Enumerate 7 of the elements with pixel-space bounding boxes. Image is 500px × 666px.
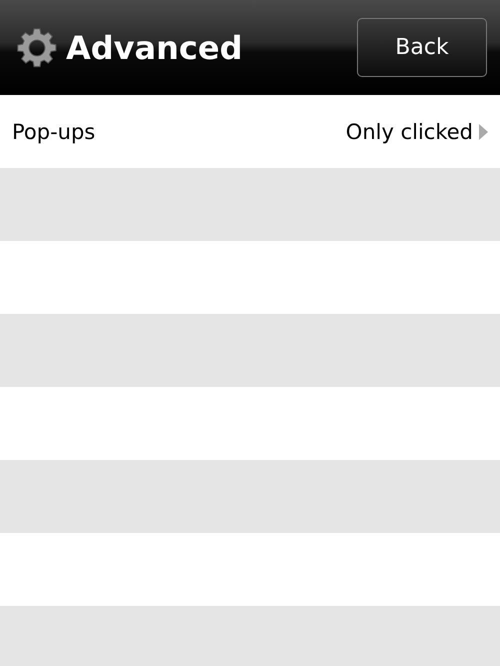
settings-icon bbox=[16, 26, 58, 68]
page-title: Advanced bbox=[66, 28, 244, 66]
setting-row[interactable]: Pop-ups Only clicked bbox=[0, 95, 500, 168]
back-button[interactable]: Back bbox=[357, 18, 487, 77]
setting-label: Pop-ups bbox=[12, 120, 96, 144]
chevron-icon bbox=[479, 124, 488, 140]
setting-value: Only clicked bbox=[346, 120, 473, 144]
